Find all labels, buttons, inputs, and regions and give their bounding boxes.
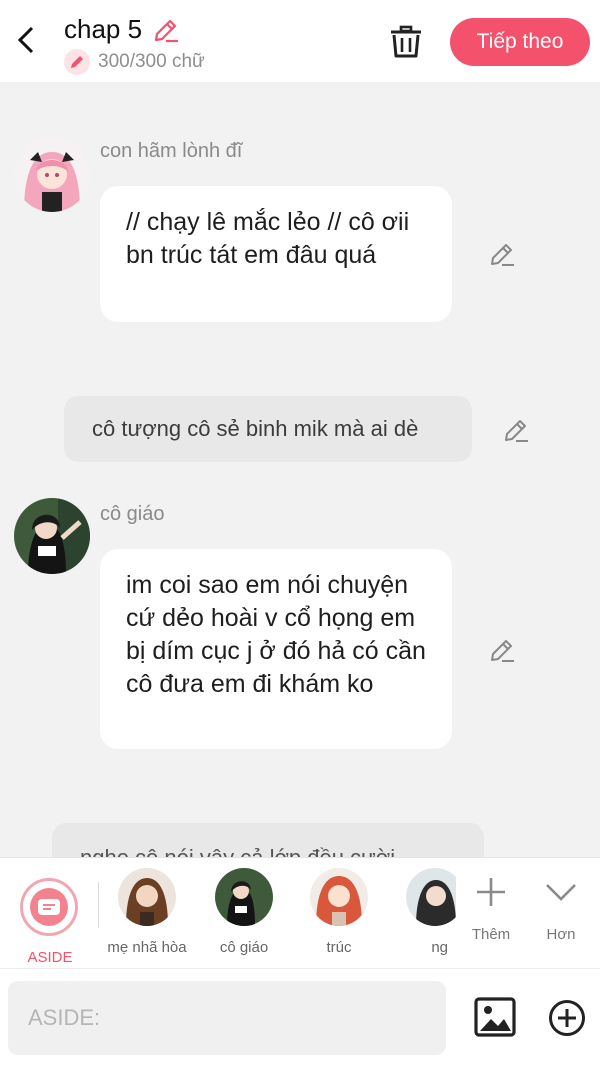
image-icon (474, 997, 516, 1037)
add-character-button[interactable]: Thêm (456, 870, 526, 960)
chapter-title[interactable]: chap 5 (64, 14, 142, 45)
divider (98, 882, 99, 928)
character-item[interactable]: trúc (294, 868, 384, 964)
avatar (118, 868, 176, 926)
avatar[interactable] (14, 498, 90, 574)
character-item[interactable]: mẹ nhã hòa (102, 868, 192, 964)
aside-avatar (20, 878, 78, 936)
char-count: 300/300 chữ (64, 49, 205, 75)
top-bar: chap 5 300/300 chữ Tiếp theo (0, 0, 600, 82)
delete-button[interactable] (388, 24, 424, 60)
message-input[interactable] (8, 981, 428, 1055)
chevron-down-icon (546, 884, 576, 901)
more-button[interactable]: Hơn (526, 870, 596, 960)
plus-icon (477, 878, 505, 906)
char-count-text: 300/300 chữ (98, 51, 205, 72)
next-button[interactable]: Tiếp theo (450, 18, 590, 66)
back-button[interactable] (10, 22, 42, 58)
message-bubble[interactable]: im coi sao em nói chuyện cứ dẻo hoài v c… (100, 549, 452, 749)
pencil-icon (64, 49, 90, 75)
add-button[interactable] (548, 999, 586, 1037)
sender-name: cô giáo (100, 503, 165, 525)
back-arrow-icon (17, 26, 34, 54)
avatar (310, 868, 368, 926)
character-label: trúc (326, 939, 352, 956)
character-label: mẹ nhã hòa (107, 939, 187, 956)
avatar (215, 868, 273, 926)
avatar[interactable] (14, 136, 90, 212)
character-picker: ASIDE mẹ nhã hòa cô giáo trúc ng Thêm Hơ… (0, 857, 600, 968)
trash-icon (391, 25, 421, 58)
character-label: cô giáo (219, 939, 269, 956)
sender-name: con hãm lònh đĩ (100, 140, 243, 162)
message-input-box[interactable] (8, 981, 446, 1055)
more-label: Hơn (546, 926, 576, 943)
insert-image-button[interactable] (474, 997, 516, 1037)
character-label: ASIDE (27, 949, 73, 966)
circle-plus-icon (549, 1000, 585, 1036)
aside-icon (30, 888, 68, 926)
composer (0, 968, 600, 1068)
edit-title-icon[interactable] (152, 16, 180, 44)
aside-bubble[interactable]: cô tượng cô sẻ binh mik mà ai dè (64, 396, 472, 462)
edit-icon[interactable] (488, 636, 516, 664)
message-bubble[interactable]: // chạy lê mắc lẻo // cô ơii bn trúc tát… (100, 186, 452, 322)
edit-icon[interactable] (488, 240, 516, 268)
character-item[interactable]: cô giáo (199, 868, 289, 964)
character-aside[interactable]: ASIDE (0, 868, 90, 966)
add-label: Thêm (471, 926, 511, 943)
edit-icon[interactable] (502, 416, 530, 444)
